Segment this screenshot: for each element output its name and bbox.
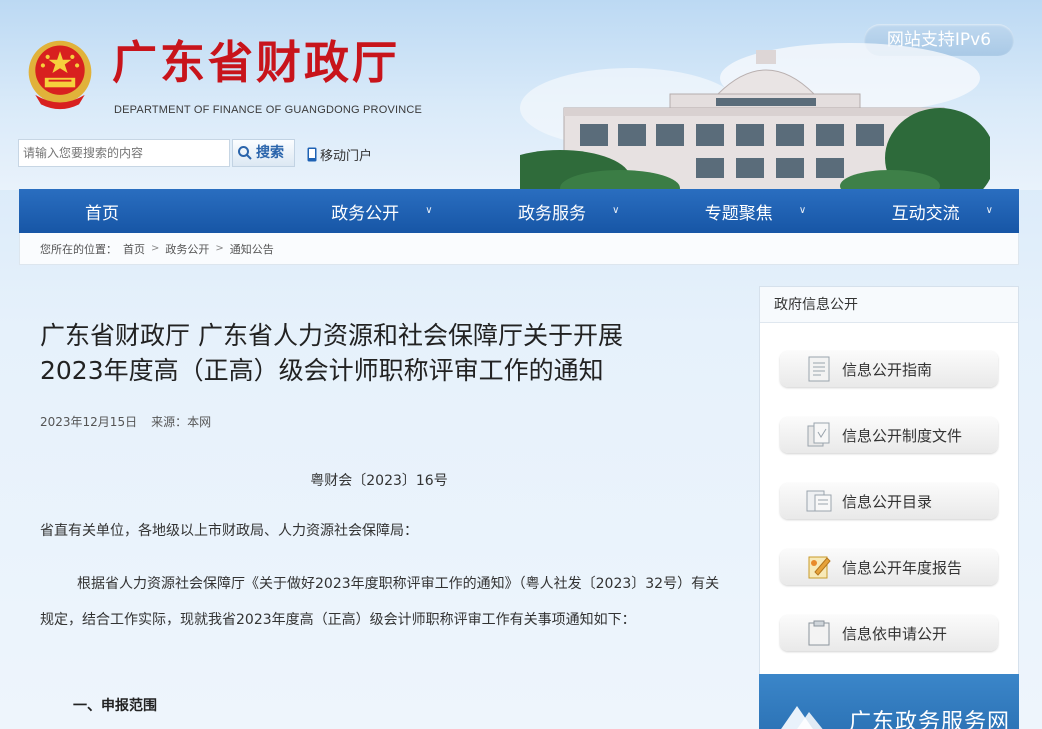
chevron-down-icon: ∨	[425, 205, 433, 216]
report-pencil-icon	[806, 553, 832, 581]
article-title: 广东省财政厅 广东省人力资源和社会保障厅关于开展 2023年度高（正高）级会计师…	[40, 318, 720, 388]
nav-item-interaction[interactable]: 互动交流 ∨	[832, 189, 1019, 233]
nav-item-label: 政务服务	[517, 203, 586, 224]
building-illustration	[520, 43, 990, 190]
article-source: 来源：本网	[151, 415, 212, 429]
mobile-portal-label: 移动门户	[320, 149, 373, 164]
files-icon	[806, 421, 832, 449]
breadcrumb: 您所在的位置： 首页 > 政务公开 > 通知公告	[19, 233, 1019, 265]
nav-item-gov-affairs-open[interactable]: 政务公开 ∨	[272, 189, 459, 233]
nav-item-special-topics[interactable]: 专题聚焦 ∨	[645, 189, 832, 233]
gov-service-banner[interactable]: 广东政务服务网	[759, 674, 1019, 729]
article-title-line1: 广东省财政厅 广东省人力资源和社会保障厅关于开展	[40, 321, 623, 350]
sidebar-button-catalog[interactable]: 信息公开目录	[780, 483, 998, 519]
document-icon	[806, 355, 832, 383]
breadcrumb-item-gov-open[interactable]: 政务公开	[165, 241, 209, 257]
nav-item-label: 专题聚焦	[704, 203, 773, 224]
chevron-down-icon: ∨	[612, 205, 620, 216]
sidebar-button-label: 信息公开目录	[842, 492, 933, 511]
article-title-line2: 2023年度高（正高）级会计师职称评审工作的通知	[40, 356, 604, 385]
article-addressee: 省直有关单位，各地级以上市财政局、人力资源社会保障局：	[40, 523, 418, 539]
site-header: 广东省财政厅 DEPARTMENT OF FINANCE OF GUANGDON…	[0, 0, 1042, 190]
search-icon	[238, 146, 252, 160]
mobile-phone-icon	[307, 147, 317, 162]
article-meta: 2023年12月15日 来源：本网	[40, 413, 211, 430]
breadcrumb-prefix: 您所在的位置：	[40, 242, 117, 256]
nav-item-gov-services[interactable]: 政务服务 ∨	[459, 189, 646, 233]
site-subtitle: DEPARTMENT OF FINANCE OF GUANGDONG PROVI…	[114, 104, 423, 116]
breadcrumb-item-home[interactable]: 首页	[123, 241, 145, 257]
search-button[interactable]: 搜索	[232, 139, 295, 167]
sidebar-button-label: 信息公开指南	[842, 360, 933, 379]
chevron-down-icon: ∨	[798, 205, 807, 216]
site-title: 广东省财政厅	[112, 36, 401, 89]
nav-item-home[interactable]: 首页	[19, 189, 272, 233]
breadcrumb-separator: >	[151, 243, 160, 254]
breadcrumb-separator: >	[215, 243, 224, 254]
sidebar-button-annual-report[interactable]: 信息公开年度报告	[780, 549, 998, 585]
folder-list-icon	[806, 487, 832, 515]
nav-item-label: 政务公开	[331, 203, 400, 224]
chevron-down-icon: ∨	[985, 205, 993, 216]
main-nav: 首页 政务公开 ∨ 政务服务 ∨ 专题聚焦 ∨ 互动交流 ∨	[19, 189, 1019, 233]
article-date: 2023年12月15日	[40, 415, 138, 429]
section-heading: 一、申报范围	[73, 698, 157, 714]
article-body-paragraph: 根据省人力资源社会保障厅《关于做好2023年度职称评审工作的通知》（粤人社发〔2…	[40, 576, 720, 628]
gov-service-banner-text: 广东政务服务网	[849, 710, 1011, 729]
gov-info-sidebar: 政府信息公开 信息公开指南 信息公开制度文件 信息公开目录 信息公开年度报告 信…	[759, 286, 1019, 676]
sidebar-button-regulations[interactable]: 信息公开制度文件	[780, 417, 998, 453]
sidebar-button-guide[interactable]: 信息公开指南	[780, 351, 998, 387]
mobile-portal-link[interactable]: 移动门户	[307, 145, 372, 164]
breadcrumb-item-notices[interactable]: 通知公告	[230, 241, 274, 257]
nav-item-label: 首页	[85, 203, 119, 224]
search-button-label: 搜索	[256, 145, 284, 161]
sidebar-button-apply-disclosure[interactable]: 信息依申请公开	[780, 615, 998, 651]
sidebar-button-label: 信息公开年度报告	[842, 558, 963, 577]
gov-service-logo-icon	[781, 706, 823, 729]
sidebar-button-label: 信息依申请公开	[842, 624, 948, 643]
national-emblem-icon	[28, 40, 92, 110]
document-number: 粤财会〔2023〕16号	[310, 473, 448, 489]
sidebar-button-label: 信息公开制度文件	[842, 426, 963, 445]
sidebar-heading: 政府信息公开	[760, 287, 1018, 323]
search-input[interactable]	[18, 139, 230, 167]
clipboard-icon	[806, 619, 832, 647]
nav-item-label: 互动交流	[891, 203, 960, 224]
